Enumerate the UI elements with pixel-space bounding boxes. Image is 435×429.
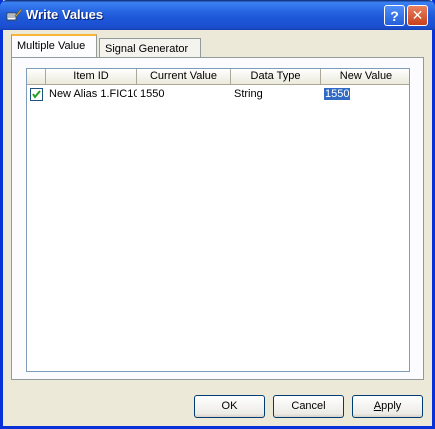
row-checkbox[interactable]: [30, 88, 43, 101]
write-pencil-icon: [6, 8, 22, 21]
apply-label: Apply: [373, 400, 402, 412]
close-button[interactable]: ✕: [407, 5, 428, 26]
cancel-button[interactable]: Cancel: [273, 395, 344, 418]
tab-panel: Item ID Current Value Data Type New Valu…: [11, 57, 424, 380]
column-header-item-id[interactable]: Item ID: [46, 69, 137, 85]
ok-button[interactable]: OK: [194, 395, 265, 418]
title-bar[interactable]: Write Values ? ✕: [0, 0, 435, 30]
cell-data-type: String: [234, 88, 263, 100]
column-header-current-value[interactable]: Current Value: [137, 69, 231, 85]
cell-new-value[interactable]: 1550: [321, 86, 409, 103]
column-header-new-value[interactable]: New Value: [321, 69, 409, 85]
window-title: Write Values: [26, 7, 104, 22]
help-icon: ?: [390, 7, 399, 24]
apply-button[interactable]: Apply: [352, 395, 423, 418]
cell-current-value: 1550: [140, 88, 165, 100]
column-header-data-type[interactable]: Data Type: [231, 69, 321, 85]
tab-multiple-value[interactable]: Multiple Value: [11, 34, 97, 57]
column-header-check[interactable]: [27, 69, 46, 85]
help-button[interactable]: ?: [384, 5, 405, 26]
table-row[interactable]: New Alias 1.FIC10 1550 String 1550: [27, 86, 409, 103]
close-icon: ✕: [411, 7, 424, 23]
tab-signal-generator[interactable]: Signal Generator: [99, 38, 201, 59]
cell-item-id: New Alias 1.FIC10: [49, 88, 137, 100]
checkmark-icon: [32, 90, 41, 99]
write-values-dialog: Write Values ? ✕ Multiple Value Signal G…: [0, 0, 435, 429]
new-value-editor[interactable]: 1550: [324, 88, 351, 100]
values-list[interactable]: Item ID Current Value Data Type New Valu…: [26, 68, 410, 372]
list-header: Item ID Current Value Data Type New Valu…: [27, 69, 409, 85]
